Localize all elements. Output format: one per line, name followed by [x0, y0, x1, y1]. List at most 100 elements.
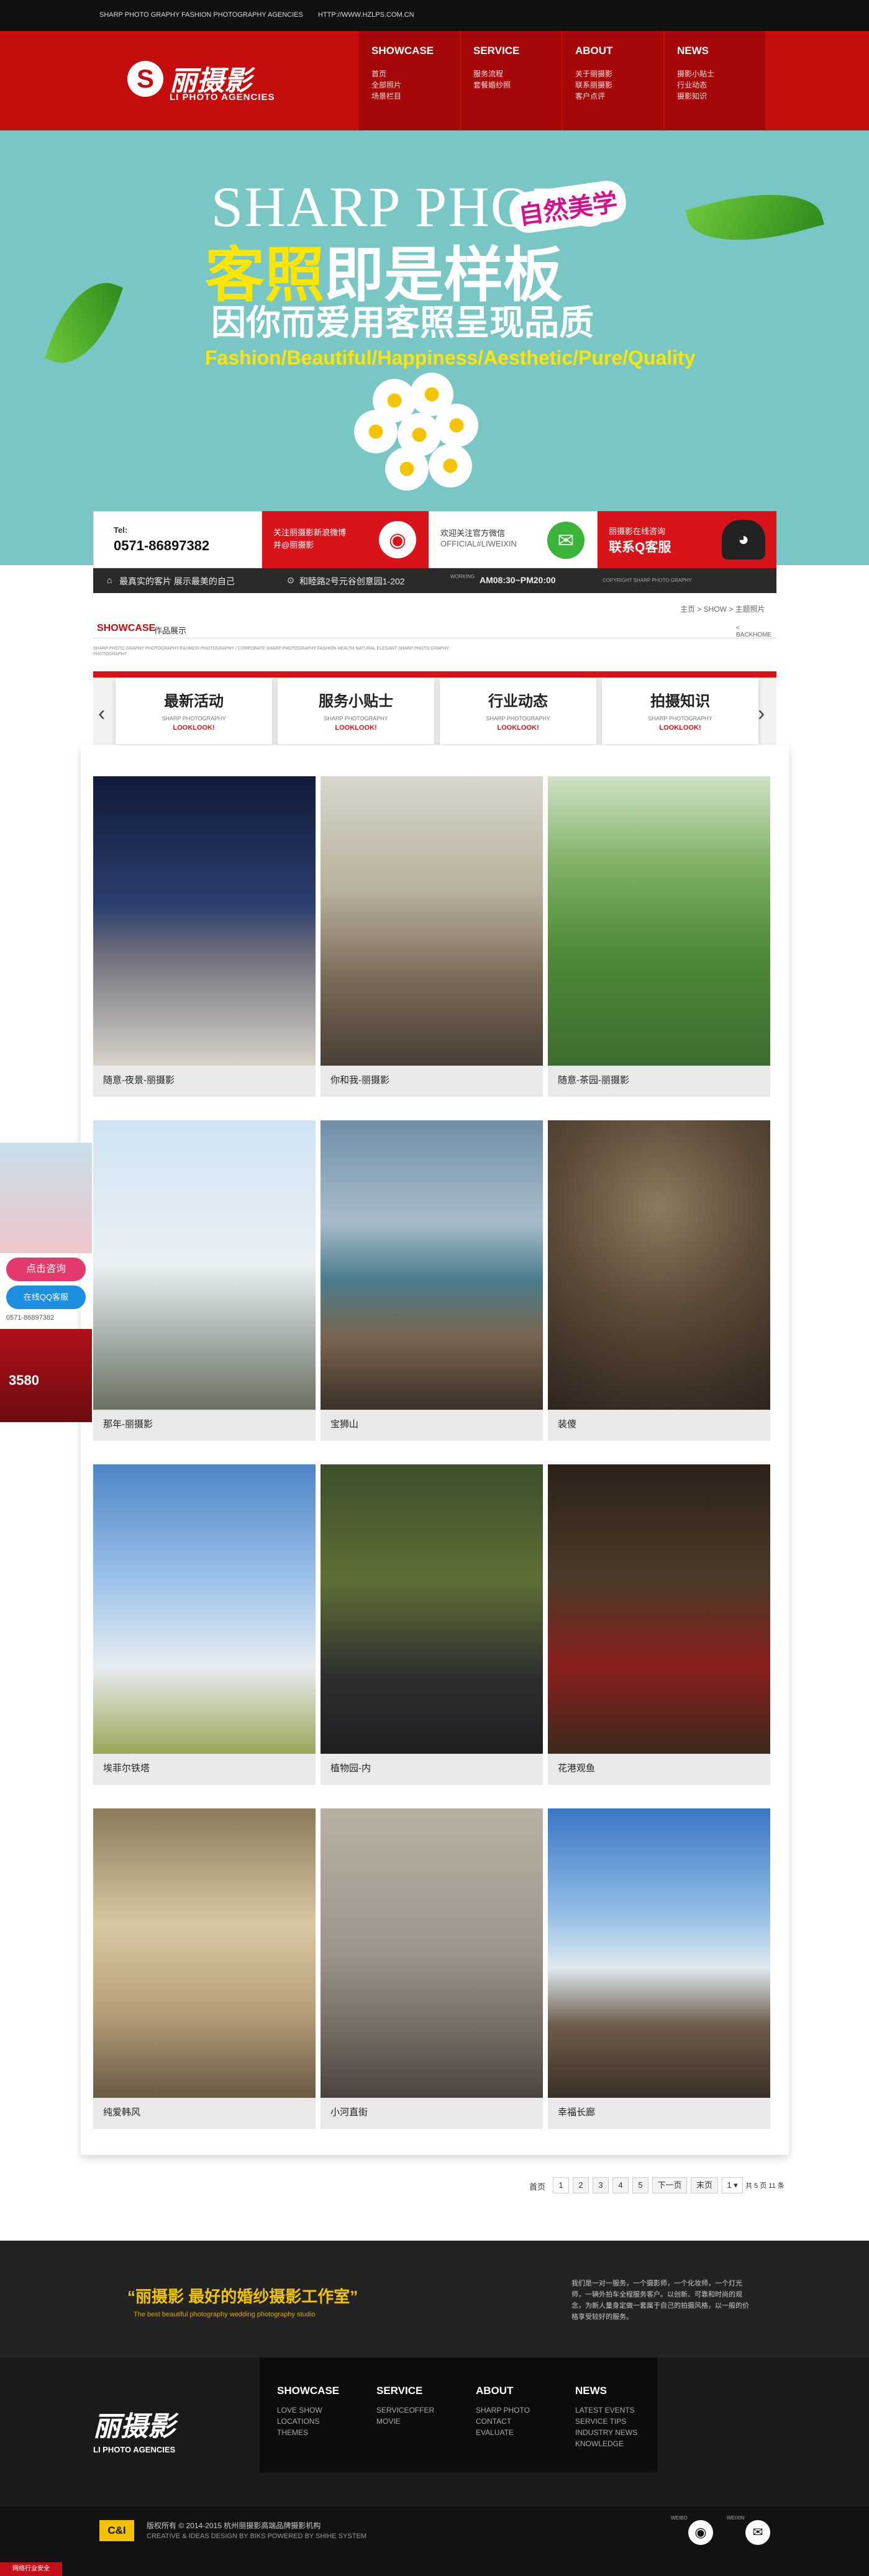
- nav-link[interactable]: 全部照片: [371, 79, 401, 90]
- footer-link[interactable]: INDUSTRY NEWS: [575, 2428, 637, 2437]
- pager-page[interactable]: 3: [593, 2177, 609, 2193]
- nav-link[interactable]: 行业动态: [677, 79, 707, 90]
- footer-wechat-icon[interactable]: ✉: [745, 2520, 770, 2545]
- gallery-card[interactable]: 幸福长廊: [548, 1808, 770, 2129]
- gallery-photo[interactable]: [93, 776, 316, 1066]
- breadcrumb[interactable]: 主页 > SHOW > 主题照片: [680, 604, 765, 614]
- tel-number[interactable]: 0571-86897382: [114, 538, 209, 554]
- gallery-caption[interactable]: 随意-茶园-丽摄影: [558, 1073, 629, 1086]
- gallery-caption[interactable]: 幸福长廊: [558, 2105, 595, 2118]
- tab-link[interactable]: LOOKLOOK!: [602, 724, 758, 732]
- footer-col-title[interactable]: SHOWCASE: [277, 2385, 339, 2397]
- gallery-photo[interactable]: [548, 1120, 770, 1410]
- nav-link[interactable]: 摄影小贴士: [677, 68, 714, 79]
- gallery-card[interactable]: 装傻: [548, 1120, 770, 1441]
- pager-page[interactable]: 5: [632, 2177, 648, 2193]
- tabs-prev-arrow-icon[interactable]: ‹: [98, 702, 105, 726]
- gallery-card[interactable]: 花港观鱼: [548, 1464, 770, 1785]
- footer-link[interactable]: SERVICEOFFER: [376, 2406, 434, 2415]
- gallery-card[interactable]: 你和我-丽摄影: [321, 776, 543, 1097]
- footer-weibo-icon[interactable]: ◉: [688, 2520, 713, 2545]
- gallery-card[interactable]: 纯爱韩风: [93, 1808, 316, 2129]
- gallery-card[interactable]: 植物园-内: [321, 1464, 543, 1785]
- wechat-box[interactable]: 欢迎关注官方微信 OFFICIAL#LIWEIXIN ✉: [429, 511, 598, 568]
- gallery-photo[interactable]: [321, 1464, 543, 1754]
- hero-banner[interactable]: SHARP PHOTO 自然美学 客照即是样板 因你而爱用客照呈现品质 Fash…: [0, 130, 869, 565]
- footer-link[interactable]: KNOWLEDGE: [575, 2439, 624, 2448]
- tab-link[interactable]: LOOKLOOK!: [278, 724, 434, 732]
- tab-latest[interactable]: 最新活动 SHARP PHOTOGRAPHY LOOKLOOK!: [116, 678, 272, 745]
- pager-first[interactable]: 首页: [529, 2180, 545, 2192]
- footer-link[interactable]: LOCATIONS: [277, 2417, 319, 2426]
- sidebar-couple-photo[interactable]: [0, 1143, 92, 1253]
- consult-button[interactable]: 点击咨询: [6, 1258, 86, 1281]
- gallery-photo[interactable]: [93, 1120, 316, 1410]
- nav-link[interactable]: 关于丽摄影: [575, 68, 612, 79]
- gallery-caption[interactable]: 花港观鱼: [558, 1761, 595, 1774]
- gallery-caption[interactable]: 装傻: [558, 1417, 576, 1430]
- nav-link[interactable]: 套餐婚纱照: [473, 79, 511, 90]
- gallery-photo[interactable]: [548, 1808, 770, 2098]
- gallery-caption[interactable]: 植物园-内: [330, 1761, 371, 1774]
- gallery-card[interactable]: 那年-丽摄影: [93, 1120, 316, 1441]
- nav-link[interactable]: 服务流程: [473, 68, 503, 79]
- nav-link[interactable]: 客户点评: [575, 91, 605, 101]
- footer-logo[interactable]: 丽摄影 LI PHOTO AGENCIES: [93, 2404, 175, 2454]
- top-strip-url[interactable]: HTTP://WWW.HZLPS.COM.CN: [318, 11, 414, 19]
- qq-service-button[interactable]: 在线QQ客服: [6, 1286, 86, 1309]
- footer-link[interactable]: MOVIE: [376, 2417, 401, 2426]
- tab-tips[interactable]: 服务小贴士 SHARP PHOTOGRAPHY LOOKLOOK!: [278, 678, 434, 745]
- gallery-photo[interactable]: [548, 776, 770, 1066]
- tab-industry[interactable]: 行业动态 SHARP PHOTOGRAPHY LOOKLOOK!: [440, 678, 596, 745]
- gallery-card[interactable]: 宝狮山: [321, 1120, 543, 1441]
- pager-select[interactable]: 1 ▾: [722, 2177, 743, 2193]
- footer-link[interactable]: CONTACT: [476, 2417, 511, 2426]
- gallery-photo[interactable]: [321, 1808, 543, 2098]
- gallery-caption[interactable]: 纯爱韩风: [103, 2105, 140, 2118]
- gallery-photo[interactable]: [93, 1464, 316, 1754]
- footer-link[interactable]: LATEST EVENTS: [575, 2406, 635, 2415]
- nav-link[interactable]: 场景栏目: [371, 91, 401, 101]
- footer-col-title[interactable]: ABOUT: [476, 2385, 513, 2397]
- gallery-caption[interactable]: 随意-夜景-丽摄影: [103, 1073, 175, 1086]
- gallery-card[interactable]: 随意-夜景-丽摄影: [93, 776, 316, 1097]
- nav-link[interactable]: 摄影知识: [677, 91, 707, 101]
- footer-link[interactable]: SERVICE TIPS: [575, 2417, 626, 2426]
- qq-box[interactable]: 丽摄影在线咨询 联系Q客服 ◕: [598, 511, 776, 568]
- gallery-photo[interactable]: [548, 1464, 770, 1754]
- gallery-photo[interactable]: [321, 776, 543, 1066]
- gallery-photo[interactable]: [93, 1808, 316, 2098]
- gallery-photo[interactable]: [321, 1120, 543, 1410]
- footer-link[interactable]: EVALUATE: [476, 2428, 514, 2437]
- gallery-caption[interactable]: 那年-丽摄影: [103, 1417, 153, 1430]
- gallery-caption[interactable]: 你和我-丽摄影: [330, 1073, 389, 1086]
- sidebar-promo[interactable]: 3580: [0, 1329, 92, 1422]
- pager-last[interactable]: 末页: [691, 2177, 718, 2193]
- nav-title[interactable]: SHOWCASE: [371, 45, 434, 57]
- nav-link[interactable]: 联系丽摄影: [575, 79, 612, 90]
- nav-title[interactable]: SERVICE: [473, 45, 519, 57]
- tab-link[interactable]: LOOKLOOK!: [116, 724, 272, 732]
- weibo-box[interactable]: 关注丽摄影新浪微博 并@丽摄影 ◉: [262, 511, 429, 568]
- gallery-caption[interactable]: 埃菲尔铁塔: [103, 1761, 150, 1774]
- pager-page[interactable]: 2: [573, 2177, 589, 2193]
- gallery-card[interactable]: 小河直街: [321, 1808, 543, 2129]
- nav-link[interactable]: 首页: [371, 68, 386, 79]
- logo[interactable]: S 丽摄影 LI PHOTO AGENCIES: [127, 56, 307, 106]
- pager-page[interactable]: 4: [612, 2177, 629, 2193]
- footer-link[interactable]: SHARP PHOTO: [476, 2406, 530, 2415]
- tab-knowledge[interactable]: 拍摄知识 SHARP PHOTOGRAPHY LOOKLOOK!: [602, 678, 758, 745]
- tabs-next-arrow-icon[interactable]: ›: [758, 702, 765, 726]
- footer-col-title[interactable]: SERVICE: [376, 2385, 422, 2397]
- back-home-link[interactable]: < BACKHOME: [736, 625, 776, 638]
- nav-title[interactable]: NEWS: [677, 45, 709, 57]
- pager-page[interactable]: 1: [553, 2177, 569, 2193]
- tab-link[interactable]: LOOKLOOK!: [440, 724, 596, 732]
- security-badge[interactable]: 网络行业安全: [0, 2562, 62, 2576]
- footer-link[interactable]: LOVE SHOW: [277, 2406, 322, 2415]
- gallery-caption[interactable]: 小河直街: [330, 2105, 368, 2118]
- pager-next[interactable]: 下一页: [652, 2177, 687, 2193]
- gallery-caption[interactable]: 宝狮山: [330, 1417, 358, 1430]
- gallery-card[interactable]: 随意-茶园-丽摄影: [548, 776, 770, 1097]
- gallery-card[interactable]: 埃菲尔铁塔: [93, 1464, 316, 1785]
